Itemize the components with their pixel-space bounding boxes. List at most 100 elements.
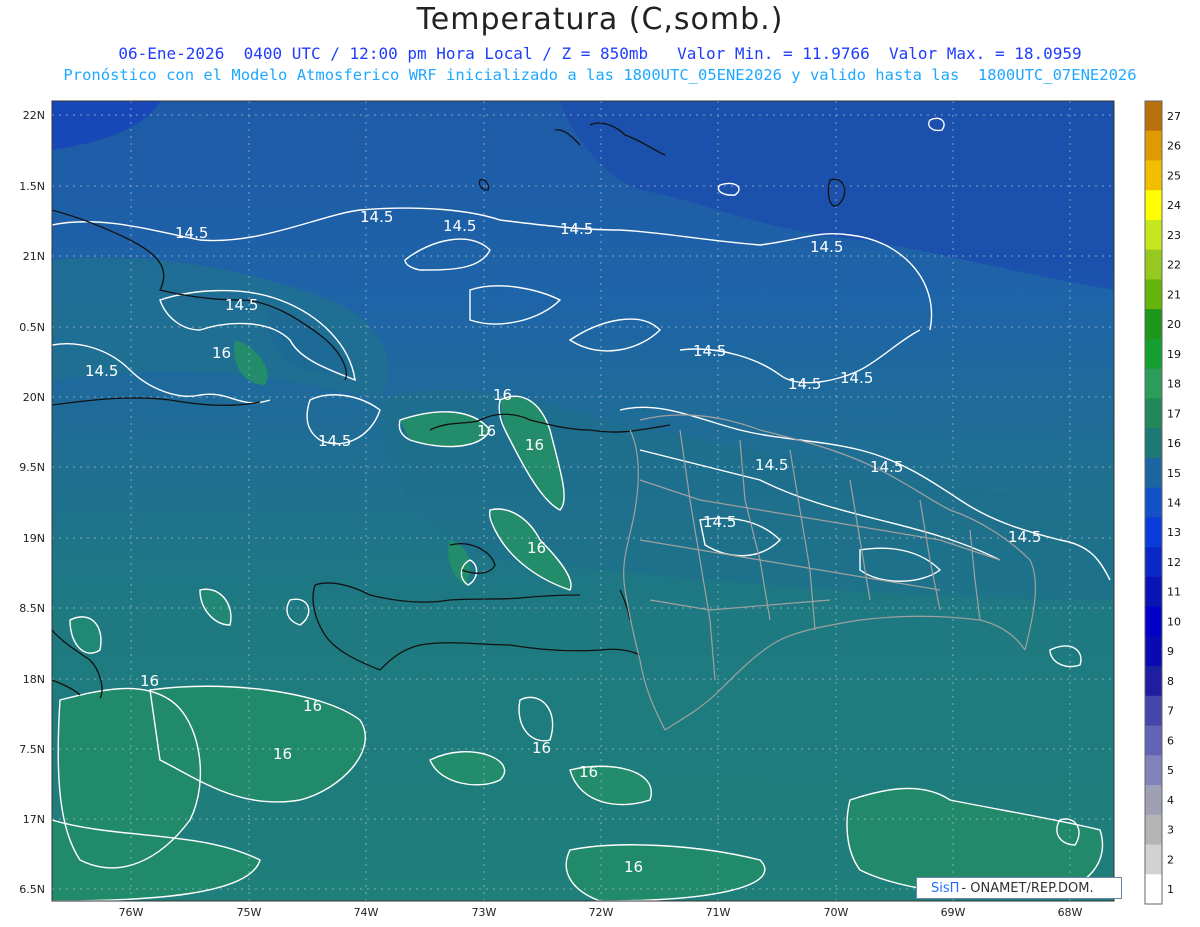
colorbar-swatch [1145,309,1162,340]
contour-label: 16 [493,386,512,404]
contour-label: 16 [525,436,544,454]
lon-label: 72W [589,906,614,919]
lon-label: 69W [941,906,966,919]
lat-label: 19N [23,532,45,545]
colorbar-label: 3 [1167,824,1174,837]
lon-label: 76W [119,906,144,919]
lat-label: 20N [23,391,45,404]
contour-label: 14.5 [810,238,843,256]
colorbar-label: 13 [1167,526,1181,539]
colorbar-swatch [1145,279,1162,310]
lat-label: 1.5N [19,180,45,193]
contour-label: 14.5 [788,375,821,393]
colorbar-swatch [1145,755,1162,786]
colorbar-label: 5 [1167,764,1174,777]
colorbar-swatch [1145,874,1162,905]
contour-label: 16 [624,858,643,876]
lat-label: 17N [23,813,45,826]
colorbar-swatch [1145,249,1162,280]
colorbar: 2726252423222120191817161514131211109876… [1144,100,1181,905]
colorbar-swatch [1145,814,1162,846]
lat-label: 0.5N [19,321,45,334]
contour-label: 14.5 [693,342,726,360]
contour-label: 14.5 [560,220,593,238]
colorbar-swatch [1145,368,1162,399]
colorbar-label: 10 [1167,615,1181,628]
colorbar-label: 4 [1167,794,1174,807]
colorbar-swatch [1145,487,1162,518]
colorbar-label: 26 [1167,140,1181,153]
colorbar-label: 25 [1167,169,1181,182]
colorbar-swatch [1145,785,1162,816]
colorbar-swatch [1145,338,1162,370]
colorbar-swatch [1145,695,1162,727]
colorbar-swatch [1145,636,1162,667]
colorbar-label: 24 [1167,199,1181,212]
colorbar-swatch [1145,576,1162,608]
contour-label: 16 [212,344,231,362]
contour-label: 14.5 [85,362,118,380]
colorbar-label: 18 [1167,378,1181,391]
contour-label: 14.5 [225,296,258,314]
colorbar-label: 14 [1167,497,1181,510]
colorbar-label: 1 [1167,883,1174,896]
lat-label: 7.5N [19,743,45,756]
lat-label: 18N [23,673,45,686]
colorbar-label: 19 [1167,348,1181,361]
contour-label: 14.5 [840,369,873,387]
lon-label: 74W [354,906,379,919]
contour-label: 14.5 [360,208,393,226]
colorbar-swatch [1145,101,1162,132]
contour-label: 14.5 [318,432,351,450]
colorbar-label: 12 [1167,556,1181,569]
contour-label: 14.5 [703,513,736,531]
lon-label: 71W [706,906,731,919]
colorbar-swatch [1145,725,1162,756]
colorbar-label: 15 [1167,467,1181,480]
lat-label: 6.5N [19,883,45,896]
lat-label: 8.5N [19,602,45,615]
contour-label: 14.5 [443,217,476,235]
longitude-axis: 76W 75W 74W 73W 72W 71W 70W 69W 68W [119,906,1083,919]
colorbar-swatch [1145,666,1162,697]
colorbar-label: 11 [1167,586,1181,599]
contour-label: 16 [140,672,159,690]
lat-label: 22N [23,109,45,122]
colorbar-swatch [1145,428,1162,459]
contour-label: 14.5 [1008,528,1041,546]
colorbar-swatch [1145,130,1162,161]
sispi-logo: SisΠ [931,880,960,896]
lat-label: 21N [23,250,45,263]
contour-label: 16 [527,539,546,557]
contour-label: 14.5 [175,224,208,242]
lon-label: 68W [1058,906,1083,919]
colorbar-swatch [1145,606,1162,637]
lon-label: 75W [237,906,262,919]
colorbar-label: 9 [1167,645,1174,658]
lon-label: 73W [472,906,497,919]
contour-label: 16 [477,422,496,440]
colorbar-label: 17 [1167,407,1181,420]
colorbar-label: 23 [1167,229,1181,242]
colorbar-label: 21 [1167,288,1181,301]
contour-label: 14.5 [870,458,903,476]
contour-label: 16 [273,745,292,763]
colorbar-label: 22 [1167,259,1181,272]
colorbar-label: 20 [1167,318,1181,331]
colorbar-swatch [1145,160,1162,191]
contour-label: 16 [532,739,551,757]
contour-label: 14.5 [755,456,788,474]
colorbar-label: 6 [1167,734,1174,747]
lon-label: 70W [824,906,849,919]
colorbar-label: 8 [1167,675,1174,688]
colorbar-label: 2 [1167,853,1174,866]
colorbar-swatch [1145,517,1162,548]
credit-box: SisΠ - ONAMET/REP.DOM. [916,877,1122,899]
contour-label: 16 [579,763,598,781]
colorbar-label: 16 [1167,437,1181,450]
colorbar-swatch [1145,844,1162,875]
lat-label: 9.5N [19,461,45,474]
colorbar-swatch [1145,547,1162,578]
colorbar-swatch [1145,457,1162,489]
contour-label: 16 [303,697,322,715]
